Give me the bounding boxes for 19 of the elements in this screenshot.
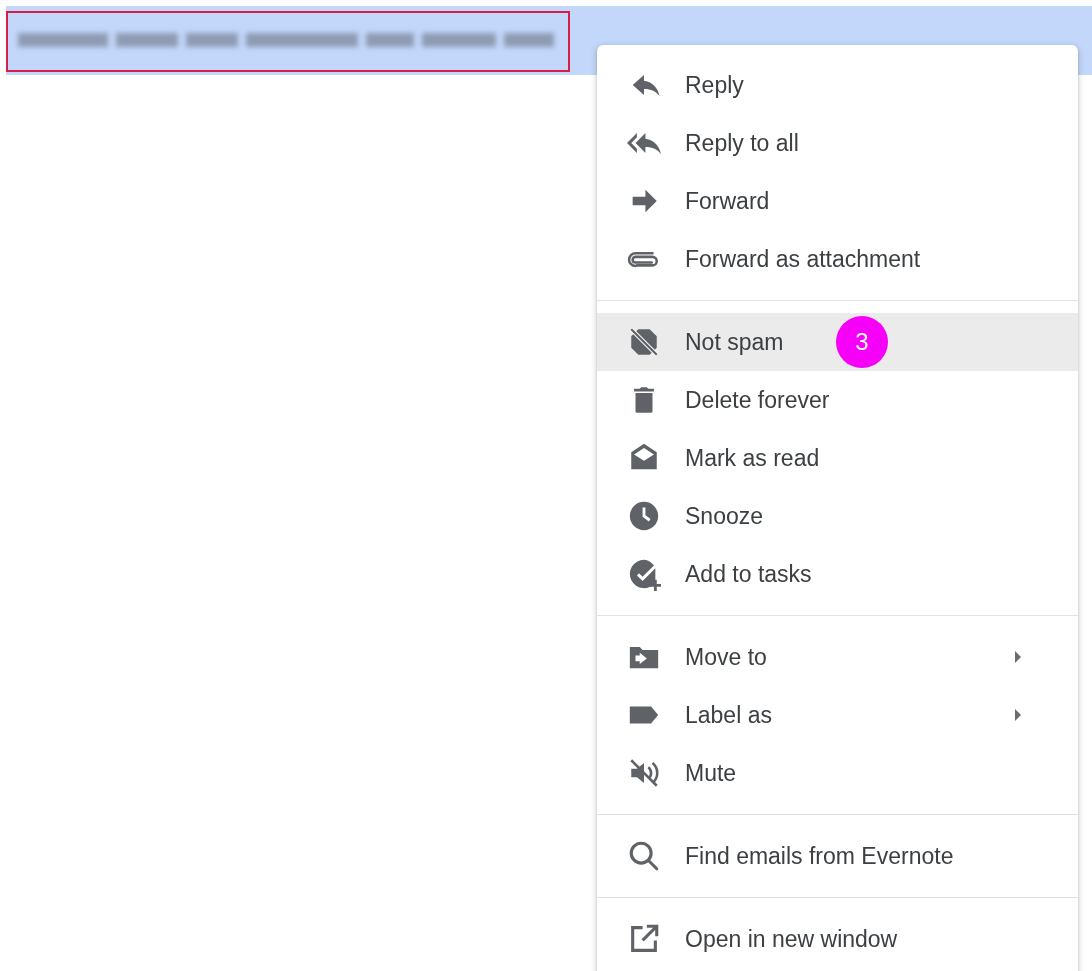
menu-item[interactable]: Find emails from Evernote <box>597 827 1078 885</box>
menu-item[interactable]: Reply <box>597 56 1078 114</box>
menu-item[interactable]: Forward <box>597 172 1078 230</box>
menu-item[interactable]: Reply to all <box>597 114 1078 172</box>
search-icon <box>627 839 661 873</box>
step-badge: 3 <box>836 316 888 368</box>
menu-item[interactable]: Not spam 3 <box>597 313 1078 371</box>
crossed-octagon-icon <box>627 325 661 359</box>
menu-item[interactable]: Mute <box>597 744 1078 802</box>
menu-item[interactable]: Label as <box>597 686 1078 744</box>
menu-item[interactable]: Open in new window <box>597 910 1078 968</box>
menu-item[interactable]: Delete forever <box>597 371 1078 429</box>
menu-item[interactable]: Add to tasks <box>597 545 1078 603</box>
menu-item[interactable]: Snooze <box>597 487 1078 545</box>
clock-icon <box>627 499 661 533</box>
menu-item[interactable]: Forward as attachment <box>597 230 1078 288</box>
check-plus-icon <box>627 557 661 591</box>
menu-item[interactable]: Move to <box>597 628 1078 686</box>
menu-item[interactable]: Mark as read <box>597 429 1078 487</box>
